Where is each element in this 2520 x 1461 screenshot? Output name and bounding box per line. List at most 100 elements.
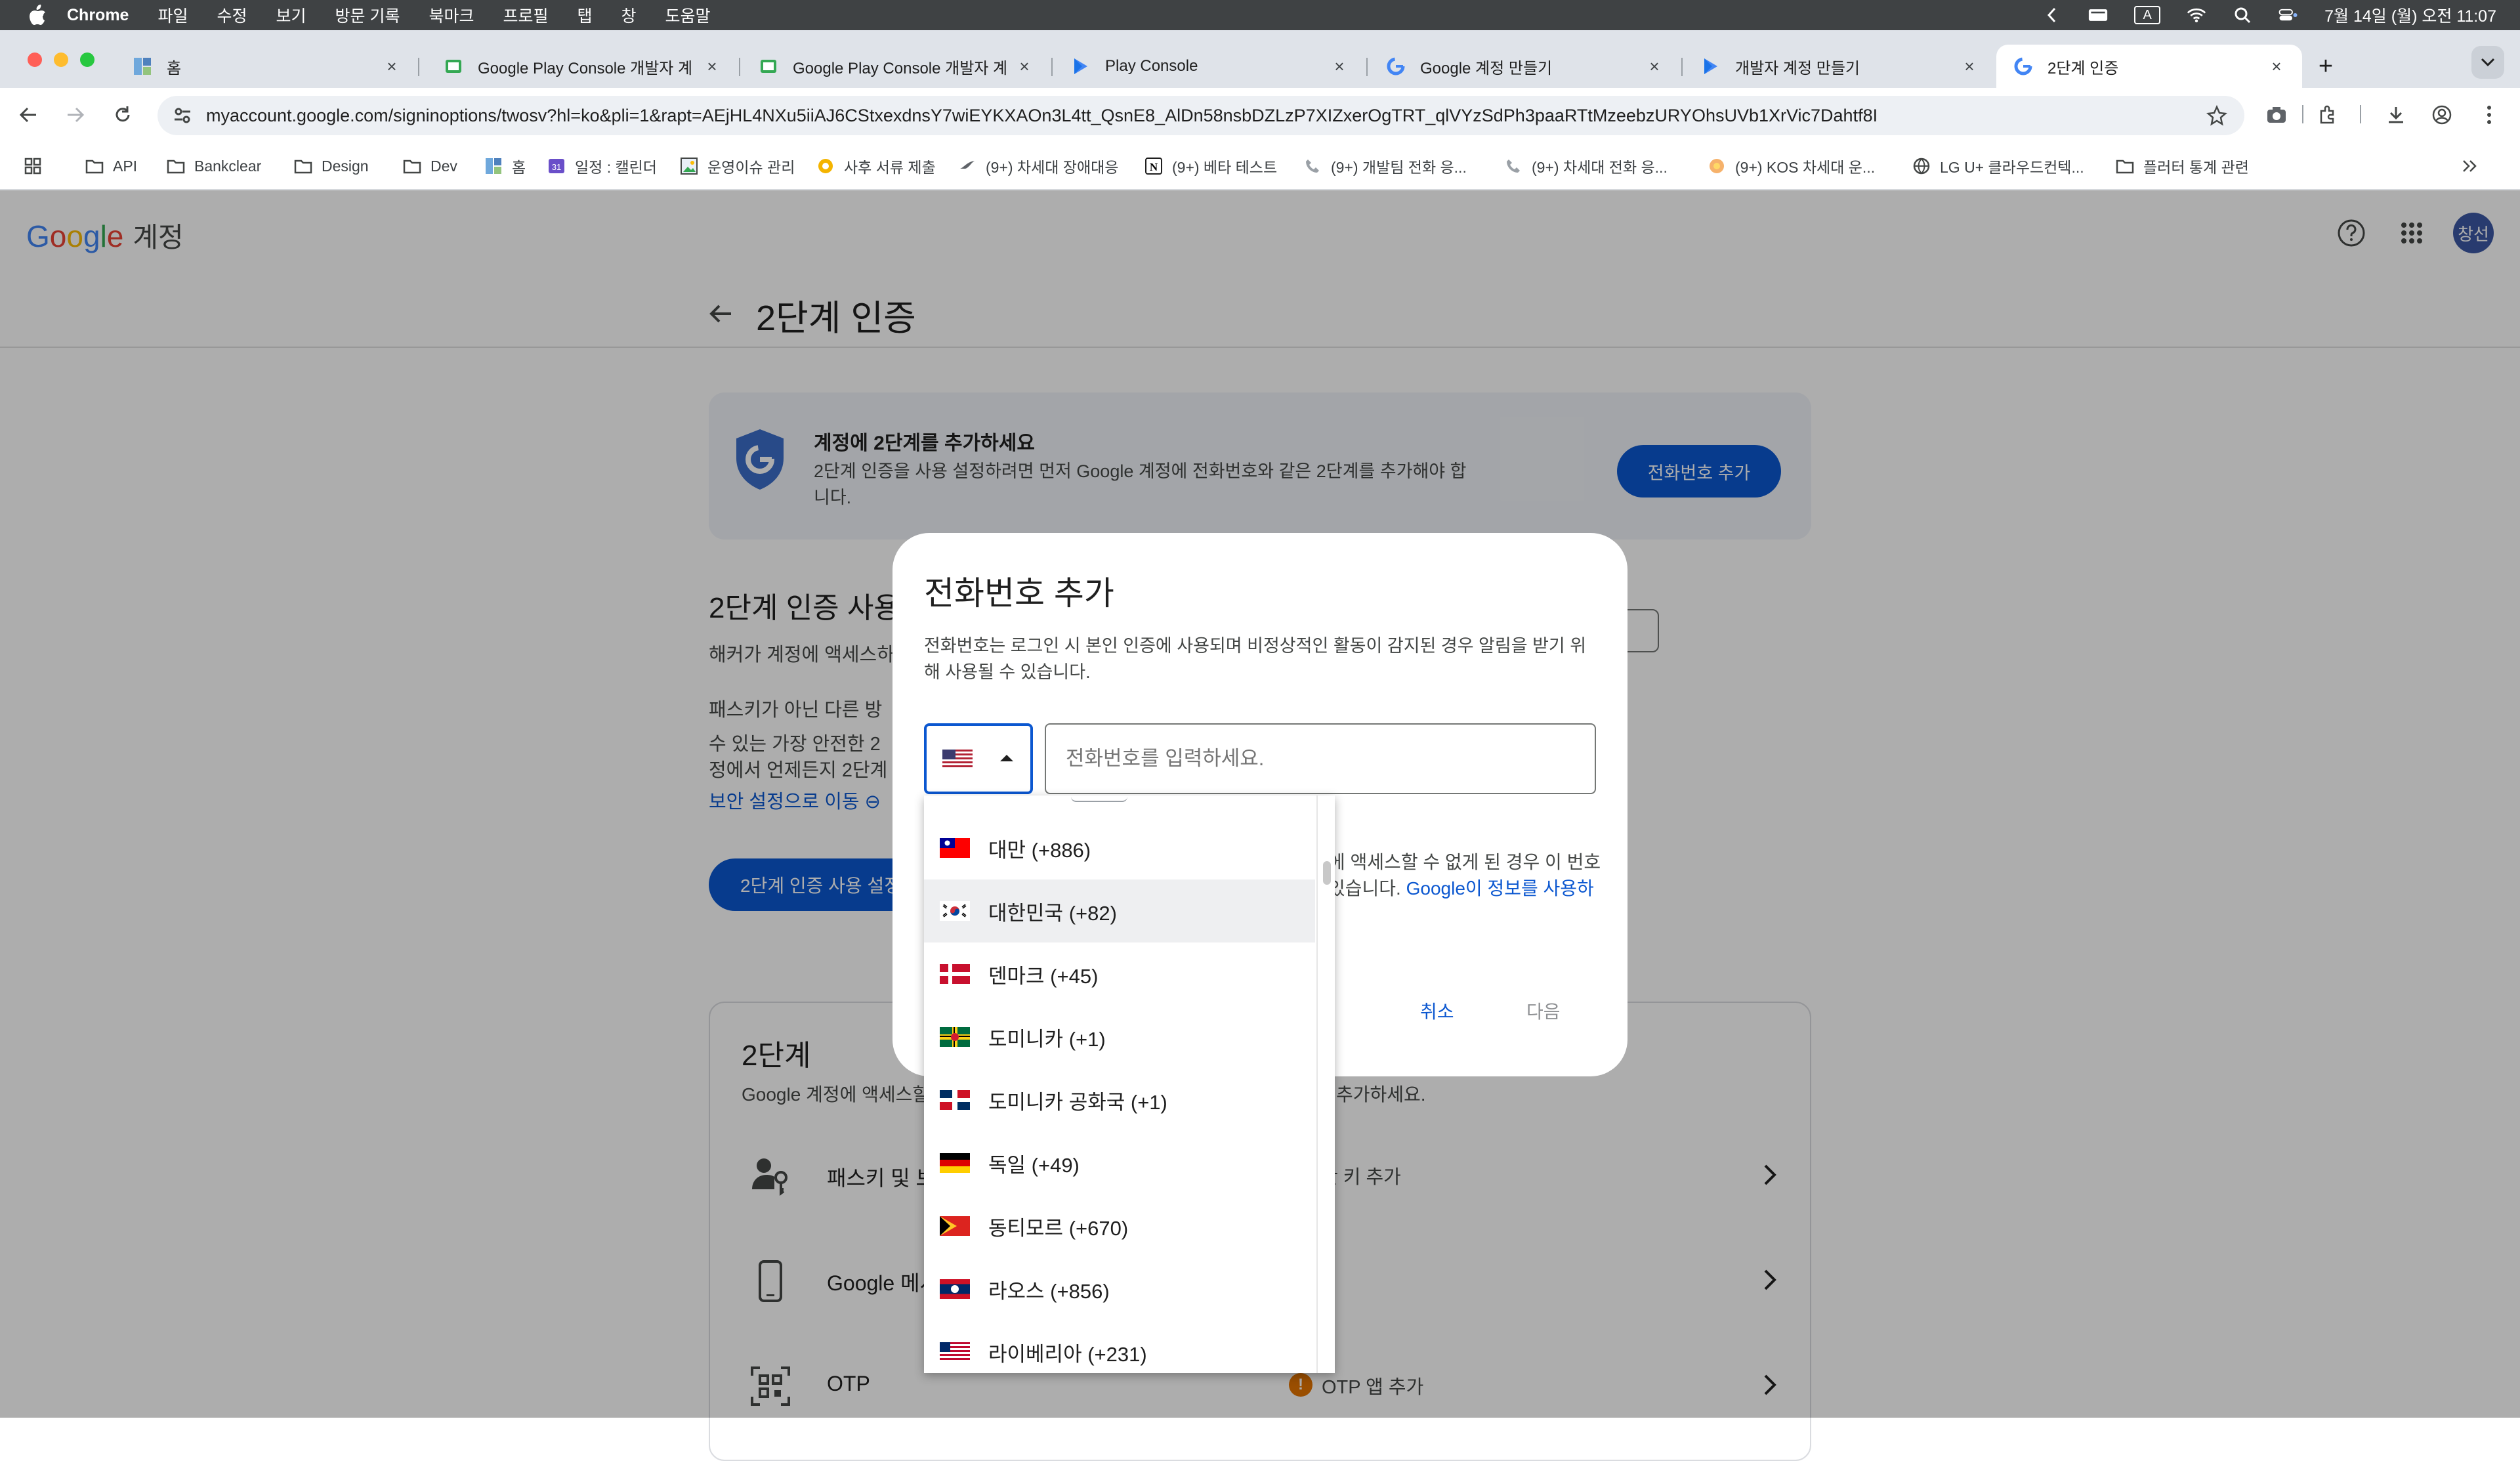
tab-divider [1681, 58, 1683, 76]
apps-grid-icon [24, 157, 42, 175]
keyboard-status-icon[interactable] [2088, 5, 2108, 25]
menu-history[interactable]: 방문 기록 [335, 3, 400, 27]
bookmark-design[interactable]: Design [294, 155, 369, 177]
window-close-button[interactable] [28, 53, 42, 67]
back-button[interactable] [14, 101, 42, 129]
bookmark-api[interactable]: API [85, 155, 137, 177]
bookmark-label: 사후 서류 제출 [844, 159, 936, 176]
country-option-dm[interactable]: 도미니카 (+1) [924, 1006, 1315, 1069]
menu-edit[interactable]: 수정 [217, 3, 247, 27]
bookmark-ops-issues[interactable]: 운영이슈 관리 [680, 155, 795, 177]
country-option-lr[interactable]: 라이베리아 (+231) [924, 1321, 1315, 1373]
close-icon[interactable]: × [1960, 56, 1979, 76]
bookmark-kos[interactable]: (9+) KOS 차세대 운... [1708, 155, 1875, 177]
tab-divider [1366, 58, 1368, 76]
bookmark-beta-test[interactable]: N (9+) 베타 테스트 [1144, 155, 1277, 177]
country-option-do[interactable]: 도미니카 공화국 (+1) [924, 1069, 1315, 1132]
close-icon[interactable]: × [1330, 56, 1349, 76]
next-button[interactable]: 다음 [1526, 998, 1561, 1024]
tab-search-button[interactable] [2471, 46, 2504, 79]
reload-button[interactable] [109, 101, 136, 129]
phone-number-input[interactable] [1045, 723, 1596, 794]
dialog-title: 전화번호 추가 [924, 575, 1114, 612]
menu-view[interactable]: 보기 [276, 3, 306, 27]
tab-home[interactable]: 홈 × [116, 45, 417, 88]
bookmark-apps[interactable] [24, 155, 51, 177]
bookmark-home[interactable]: 홈 [484, 155, 526, 177]
country-option-de[interactable]: 독일 (+49) [924, 1132, 1315, 1195]
close-icon[interactable]: × [382, 56, 402, 76]
new-tab-button[interactable]: + [2313, 45, 2339, 88]
bookmark-nextgen-phone[interactable]: (9+) 차세대 전화 응... [1504, 155, 1668, 177]
country-option-la[interactable]: 라오스 (+856) [924, 1258, 1315, 1321]
extensions-icon[interactable] [2314, 101, 2342, 129]
google-info-usage-link[interactable]: Google이 정보를 사용하 [1406, 878, 1594, 899]
menu-bookmarks[interactable]: 북마크 [429, 3, 474, 27]
bookmark-documents[interactable]: 사후 서류 제출 [816, 155, 936, 177]
tab-two-step-verification[interactable]: 2단계 인증 × [1996, 45, 2302, 88]
bookmark-incident-response[interactable]: (9+) 차세대 장애대응 [958, 155, 1118, 177]
bookmark-dev[interactable]: Dev [403, 155, 457, 177]
tab-play-console-1[interactable]: Google Play Console 개발자 계 × [427, 45, 738, 88]
bookmark-label: LG U+ 클라우드컨텍... [1940, 159, 2084, 176]
profile-icon[interactable] [2428, 101, 2456, 129]
chevron-left-icon[interactable] [2042, 5, 2062, 25]
menu-window[interactable]: 창 [621, 3, 637, 27]
tab-play-console-3[interactable]: Play Console × [1054, 45, 1365, 88]
download-icon[interactable] [2382, 101, 2410, 129]
spotlight-search-icon[interactable] [2233, 5, 2252, 25]
us-flag-icon [942, 750, 973, 769]
menubar-clock[interactable]: 7월 14일 (월) 오전 11:07 [2324, 3, 2496, 27]
bookmark-lgu-cloud[interactable]: LG U+ 클라우드컨텍... [1912, 155, 2084, 177]
bookmark-label: 일정 : 캘린더 [575, 159, 657, 176]
country-option-tl[interactable]: 동티모르 (+670) [924, 1195, 1315, 1258]
forward-button[interactable] [62, 101, 89, 129]
close-icon[interactable]: × [1645, 56, 1664, 76]
country-option-tw[interactable]: 대만 (+886) [924, 816, 1315, 879]
apple-icon[interactable] [26, 4, 49, 26]
tab-play-console-2[interactable]: Google Play Console 개발자 계 × [742, 45, 1050, 88]
control-center-icon[interactable] [2278, 5, 2298, 25]
menu-profiles[interactable]: 프로필 [503, 3, 548, 27]
menu-app-name[interactable]: Chrome [67, 6, 129, 25]
menu-file[interactable]: 파일 [158, 3, 188, 27]
bookmark-bankclear[interactable]: Bankclear [167, 155, 261, 177]
cancel-button[interactable]: 취소 [1420, 998, 1454, 1024]
dropdown-scrollbar[interactable] [1316, 795, 1335, 1373]
tab-title: 2단계 인증 [2048, 59, 2119, 77]
bookmark-label: Bankclear [194, 157, 262, 175]
tab-google-account-create[interactable]: Google 계정 만들기 × [1369, 45, 1680, 88]
screenshot-icon[interactable] [2263, 101, 2290, 129]
close-icon[interactable]: × [1015, 56, 1034, 76]
country-option-kr[interactable]: 대한민국 (+82) [924, 879, 1315, 942]
bookmark-calendar[interactable]: 31 일정 : 캘린더 [547, 155, 657, 177]
macos-menubar: Chrome 파일 수정 보기 방문 기록 북마크 프로필 탭 창 도움말 A … [0, 0, 2520, 30]
scrollbar-thumb[interactable] [1323, 861, 1331, 885]
wifi-icon[interactable] [2187, 5, 2206, 25]
bookmark-flutter-stats[interactable]: 플러터 통계 관련 [2116, 155, 2249, 177]
tab-developer-account[interactable]: 개발자 계정 만들기 × [1684, 45, 1995, 88]
window-minimize-button[interactable] [54, 53, 68, 67]
bookmarks-overflow-button[interactable] [2461, 155, 2488, 177]
bookmark-label: Dev [430, 157, 457, 175]
country-option-label: 덴마크 (+45) [988, 964, 1099, 988]
menu-help[interactable]: 도움말 [665, 3, 711, 27]
address-bar[interactable]: myaccount.google.com/signinoptions/twosv… [158, 96, 2244, 135]
chrome-menu-icon[interactable] [2475, 101, 2503, 129]
country-code-select[interactable] [924, 723, 1033, 794]
menu-tab[interactable]: 탭 [578, 3, 593, 27]
close-icon[interactable]: × [2267, 56, 2286, 76]
site-info-icon[interactable] [172, 105, 193, 129]
bookmark-label: Design [322, 157, 369, 175]
close-icon[interactable]: × [702, 56, 722, 76]
url-text[interactable]: myaccount.google.com/signinoptions/twosv… [206, 106, 2109, 126]
bookmark-star-icon[interactable] [2206, 104, 2227, 129]
window-zoom-button[interactable] [80, 53, 94, 67]
bookmark-dev-phone[interactable]: (9+) 개발팀 전화 응... [1303, 155, 1467, 177]
country-option-label: 대한민국 (+82) [988, 901, 1117, 925]
country-option-dk[interactable]: 덴마크 (+45) [924, 942, 1315, 1006]
bird-icon [958, 157, 976, 175]
country-dropdown-list[interactable]: 대만 (+886) 대한민국 (+82) 덴마크 (+45) 도미니카 (+1)… [924, 795, 1335, 1373]
input-source-icon[interactable]: A [2134, 6, 2161, 24]
denmark-flag-icon [940, 964, 970, 984]
